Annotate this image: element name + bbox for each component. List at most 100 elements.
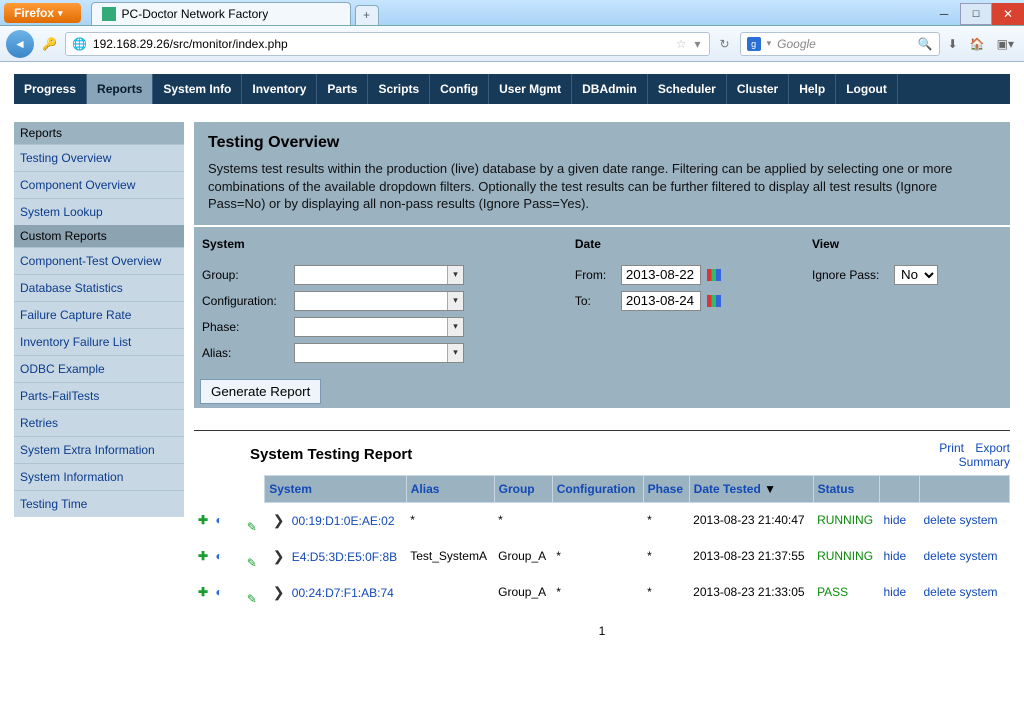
add-icon[interactable]: ✚ [198, 585, 212, 599]
sidebar: ReportsTesting OverviewComponent Overvie… [14, 122, 184, 638]
hide-link[interactable]: hide [884, 513, 907, 527]
cell-phase: * [643, 574, 689, 610]
topnav-item-config[interactable]: Config [430, 74, 489, 104]
chevron-down-icon[interactable] [447, 318, 463, 336]
browser-tab[interactable]: PC-Doctor Network Factory [91, 2, 351, 25]
site-identity-icon[interactable]: 🔑 [38, 37, 61, 51]
delete-system-link[interactable]: delete system [924, 585, 998, 599]
log-icon[interactable]: ◐ [215, 585, 229, 599]
system-link[interactable]: E4:D5:3D:E5:0F:8B [292, 550, 397, 564]
sidebar-item-failure-capture-rate[interactable]: Failure Capture Rate [14, 301, 184, 328]
topnav-item-logout[interactable]: Logout [836, 74, 898, 104]
new-tab-button[interactable]: + [355, 5, 379, 25]
from-date-input[interactable] [621, 265, 701, 285]
panel-description: Systems test results within the producti… [208, 160, 996, 213]
search-submit-icon[interactable]: 🔍 [918, 37, 933, 51]
globe-icon: 🌐 [72, 37, 87, 51]
downloads-button[interactable]: ⬇ [944, 37, 962, 51]
detail-icon[interactable]: ✎ [233, 580, 261, 604]
sidebar-item-testing-time[interactable]: Testing Time [14, 490, 184, 517]
col-config[interactable]: Configuration [552, 475, 643, 502]
bookmark-star-icon[interactable]: ☆ [676, 37, 687, 51]
log-icon[interactable]: ◐ [215, 549, 229, 563]
sidebar-item-system-lookup[interactable]: System Lookup [14, 198, 184, 225]
topnav-item-scripts[interactable]: Scripts [368, 74, 430, 104]
alias-combo[interactable] [294, 343, 464, 363]
topnav-item-reports[interactable]: Reports [87, 74, 153, 104]
sidebar-item-inventory-failure-list[interactable]: Inventory Failure List [14, 328, 184, 355]
searchengine-chevron-icon[interactable]: ▾ [767, 38, 772, 49]
topnav-item-dbadmin[interactable]: DBAdmin [572, 74, 648, 104]
export-link[interactable]: Export [975, 441, 1010, 455]
system-link[interactable]: 00:24:D7:F1:AB:74 [292, 586, 394, 600]
sidebar-item-parts-failtests[interactable]: Parts-FailTests [14, 382, 184, 409]
calendar-icon[interactable] [707, 269, 721, 281]
label-group: Group: [202, 268, 288, 282]
col-system[interactable]: System [265, 475, 407, 502]
chevron-down-icon[interactable] [447, 344, 463, 362]
window-maximize-button[interactable] [960, 3, 992, 25]
delete-system-link[interactable]: delete system [924, 513, 998, 527]
add-icon[interactable]: ✚ [198, 513, 212, 527]
firefox-menu-button[interactable]: Firefox [4, 3, 81, 23]
phase-combo[interactable] [294, 317, 464, 337]
topnav-item-progress[interactable]: Progress [14, 74, 87, 104]
print-link[interactable]: Print [939, 441, 964, 455]
sidebar-item-database-statistics[interactable]: Database Statistics [14, 274, 184, 301]
sidebar-item-system-information[interactable]: System Information [14, 463, 184, 490]
cell-status: RUNNING [813, 502, 879, 538]
window-close-button[interactable] [992, 3, 1024, 25]
search-bar[interactable]: g ▾ Google 🔍 [740, 32, 940, 56]
url-bar[interactable]: 🌐 192.168.29.26/src/monitor/index.php ☆ … [65, 32, 710, 56]
bookmarks-button[interactable]: ▣▾ [993, 37, 1018, 51]
calendar-icon[interactable] [707, 295, 721, 307]
cell-phase: * [643, 538, 689, 574]
delete-system-link[interactable]: delete system [924, 549, 998, 563]
topnav-item-help[interactable]: Help [789, 74, 836, 104]
group-combo[interactable] [294, 265, 464, 285]
to-date-input[interactable] [621, 291, 701, 311]
topnav-item-scheduler[interactable]: Scheduler [648, 74, 727, 104]
expand-icon[interactable]: ❯ [269, 584, 289, 600]
topnav-item-parts[interactable]: Parts [317, 74, 368, 104]
cell-alias: Test_SystemA [406, 538, 494, 574]
hide-link[interactable]: hide [884, 585, 907, 599]
reload-button[interactable]: ↻ [714, 37, 736, 51]
generate-report-button[interactable]: Generate Report [200, 379, 321, 404]
expand-icon[interactable]: ❯ [269, 512, 289, 528]
add-icon[interactable]: ✚ [198, 549, 212, 563]
sidebar-item-odbc-example[interactable]: ODBC Example [14, 355, 184, 382]
home-button[interactable]: 🏠 [966, 37, 989, 51]
detail-icon[interactable]: ✎ [233, 544, 261, 568]
topnav-item-inventory[interactable]: Inventory [242, 74, 317, 104]
cell-alias [406, 574, 494, 610]
detail-icon[interactable]: ✎ [233, 508, 261, 532]
summary-link[interactable]: Summary [959, 455, 1010, 469]
sidebar-item-component-test-overview[interactable]: Component-Test Overview [14, 247, 184, 274]
chevron-down-icon[interactable] [447, 266, 463, 284]
window-minimize-button[interactable] [928, 3, 960, 25]
hide-link[interactable]: hide [884, 549, 907, 563]
topnav-item-system-info[interactable]: System Info [153, 74, 242, 104]
sidebar-item-testing-overview[interactable]: Testing Overview [14, 144, 184, 171]
back-button[interactable] [6, 30, 34, 58]
col-alias[interactable]: Alias [406, 475, 494, 502]
topnav-item-cluster[interactable]: Cluster [727, 74, 789, 104]
cell-date: 2013-08-23 21:37:55 [689, 538, 813, 574]
sort-desc-icon: ▼ [764, 482, 776, 496]
ignore-pass-select[interactable]: No [894, 265, 938, 285]
chevron-down-icon[interactable] [447, 292, 463, 310]
col-date-tested[interactable]: Date Tested ▼ [689, 475, 813, 502]
sidebar-item-system-extra-information[interactable]: System Extra Information [14, 436, 184, 463]
config-combo[interactable] [294, 291, 464, 311]
col-status[interactable]: Status [813, 475, 879, 502]
expand-icon[interactable]: ❯ [269, 548, 289, 564]
col-group[interactable]: Group [494, 475, 552, 502]
sidebar-item-retries[interactable]: Retries [14, 409, 184, 436]
col-phase[interactable]: Phase [643, 475, 689, 502]
log-icon[interactable]: ◐ [215, 513, 229, 527]
sidebar-item-component-overview[interactable]: Component Overview [14, 171, 184, 198]
dropdown-history-icon[interactable]: ▾ [693, 37, 703, 51]
system-link[interactable]: 00:19:D1:0E:AE:02 [292, 514, 395, 528]
topnav-item-user-mgmt[interactable]: User Mgmt [489, 74, 572, 104]
